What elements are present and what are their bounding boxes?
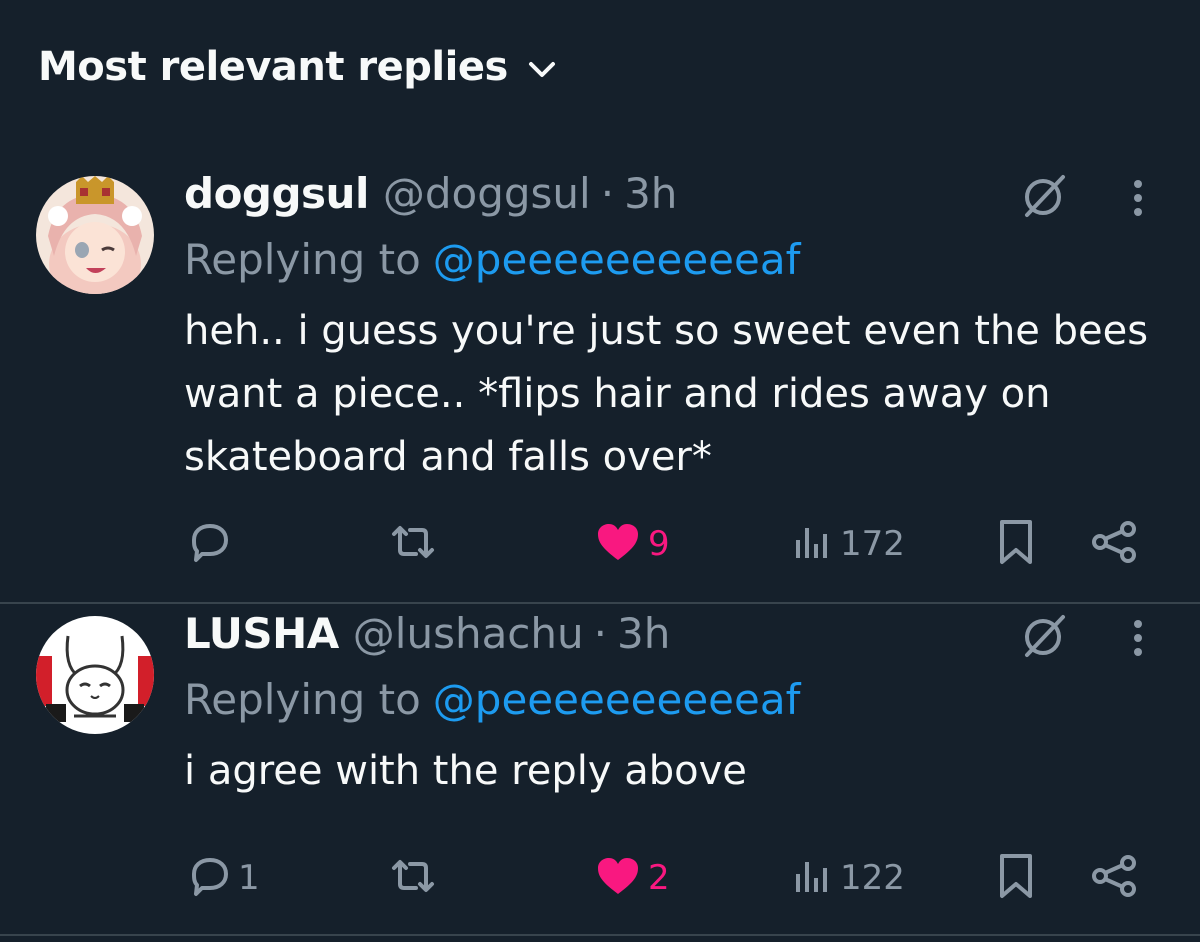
replying-to-label: Replying to [184,675,421,724]
heart-icon [594,520,642,568]
reply-tweet[interactable]: LUSHA @lushachu · 3h Replying to @peeeeee… [0,604,1200,934]
reply-button[interactable] [188,514,238,574]
grok-icon[interactable] [1016,168,1072,224]
divider [0,934,1200,936]
display-name[interactable]: doggsul [184,166,369,222]
view-count: 122 [840,858,905,898]
like-count: 9 [648,524,670,564]
tweet-text: i agree with the reply above [184,748,747,794]
time-separator: · [593,609,607,658]
avatar[interactable] [36,176,154,294]
more-icon[interactable] [1120,170,1156,226]
tweet-header: doggsul @doggsul · 3h [184,166,677,222]
replying-to: Replying to @peeeeeeeeeeaf [184,232,800,288]
view-count: 172 [840,524,905,564]
retweet-icon [388,854,438,902]
views-button[interactable]: 172 [790,514,905,574]
retweet-button[interactable] [388,848,444,908]
replying-to-label: Replying to [184,235,421,284]
like-count: 2 [648,858,670,898]
bookmark-button[interactable] [996,514,1036,574]
share-icon [1090,854,1138,902]
share-icon [1090,520,1138,568]
retweet-icon [388,520,438,568]
like-button[interactable]: 2 [594,848,670,908]
sort-replies-dropdown[interactable]: Most relevant replies [38,44,556,90]
avatar[interactable] [36,616,154,734]
sort-label: Most relevant replies [38,44,508,90]
views-button[interactable]: 122 [790,848,905,908]
more-icon[interactable] [1120,610,1156,666]
timestamp[interactable]: 3h [617,606,670,662]
views-icon [790,854,834,902]
reply-count: 1 [238,858,260,898]
tweet-header: LUSHA @lushachu · 3h [184,606,670,662]
retweet-button[interactable] [388,514,444,574]
tweet-text: heh.. i guess you're just so sweet even … [184,308,1149,480]
bookmark-button[interactable] [996,848,1036,908]
share-button[interactable] [1090,848,1138,908]
like-button[interactable]: 9 [594,514,670,574]
reply-icon [188,520,232,568]
action-bar: 1 2 122 [0,848,1200,908]
user-handle[interactable]: @doggsul [383,166,591,222]
reply-tweet[interactable]: doggsul @doggsul · 3h Replying to @peeeee… [0,164,1200,602]
chevron-down-icon [528,61,556,79]
replying-to-handle[interactable]: @peeeeeeeeeeaf [433,675,801,724]
timestamp[interactable]: 3h [624,166,677,222]
action-bar: 9 172 [0,514,1200,574]
time-separator: · [600,169,615,218]
grok-icon[interactable] [1016,608,1072,664]
replying-to-handle[interactable]: @peeeeeeeeeeaf [433,235,801,284]
bookmark-icon [996,518,1036,570]
bookmark-icon [996,852,1036,904]
display-name[interactable]: LUSHA [184,606,339,662]
user-handle[interactable]: @lushachu [353,606,584,662]
views-icon [790,520,834,568]
reply-icon [188,854,232,902]
replying-to: Replying to @peeeeeeeeeeaf [184,672,800,728]
share-button[interactable] [1090,514,1138,574]
heart-icon [594,854,642,902]
reply-button[interactable]: 1 [188,848,260,908]
